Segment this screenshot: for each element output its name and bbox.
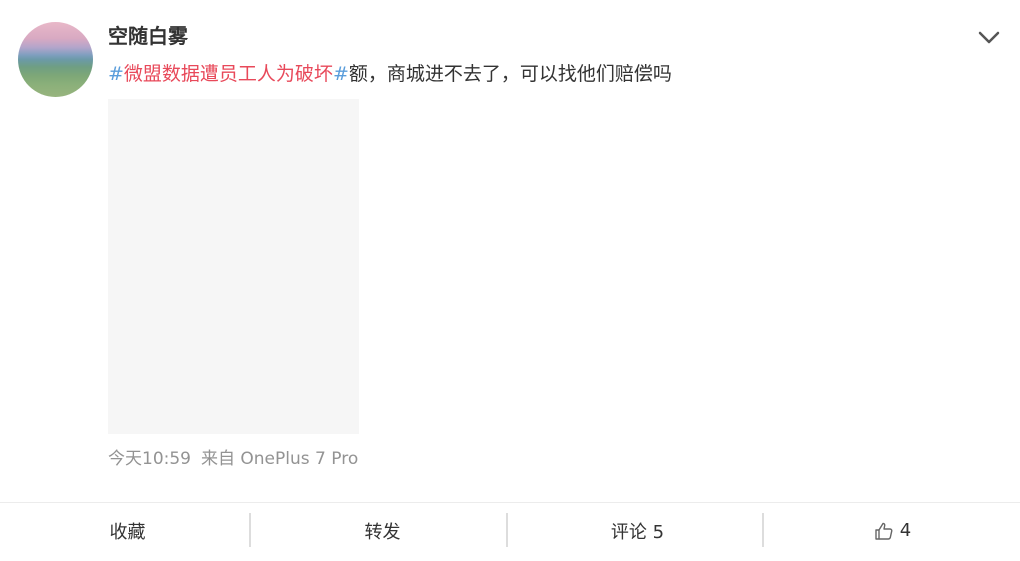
post-image[interactable]: [108, 99, 359, 434]
like-count: 4: [899, 520, 912, 541]
like-button[interactable]: 4: [765, 503, 1020, 558]
post-source: 来自 OnePlus 7 Pro: [201, 449, 359, 469]
comment-label: 评论 5: [610, 521, 665, 543]
hashtag-mark-open: #: [108, 63, 124, 85]
username[interactable]: 空随白雾: [108, 22, 188, 50]
post-meta: 今天10:59 来自 OnePlus 7 Pro: [108, 447, 358, 471]
avatar[interactable]: [18, 22, 93, 97]
post-text: #微盟数据遭员工人为破坏#额，商城进不去了，可以找他们赔偿吗: [108, 60, 672, 88]
post-body: 额，商城进不去了，可以找他们赔偿吗: [348, 63, 672, 85]
favorite-button[interactable]: 收藏: [0, 503, 255, 558]
topic-link[interactable]: 微盟数据遭员工人为破坏: [124, 63, 333, 85]
chevron-down-icon[interactable]: [976, 24, 1002, 50]
action-separator: [249, 513, 251, 547]
hashtag-mark-close: #: [332, 63, 349, 85]
action-separator: [762, 513, 764, 547]
repost-button[interactable]: 转发: [255, 503, 510, 558]
post-time: 今天10:59: [108, 449, 191, 469]
thumbs-up-icon: [875, 522, 893, 540]
favorite-label: 收藏: [109, 521, 146, 543]
repost-label: 转发: [364, 521, 401, 543]
comment-button[interactable]: 评论 5: [510, 503, 765, 558]
action-bar: 收藏 转发 评论 5 4: [0, 503, 1020, 558]
action-separator: [506, 513, 508, 547]
